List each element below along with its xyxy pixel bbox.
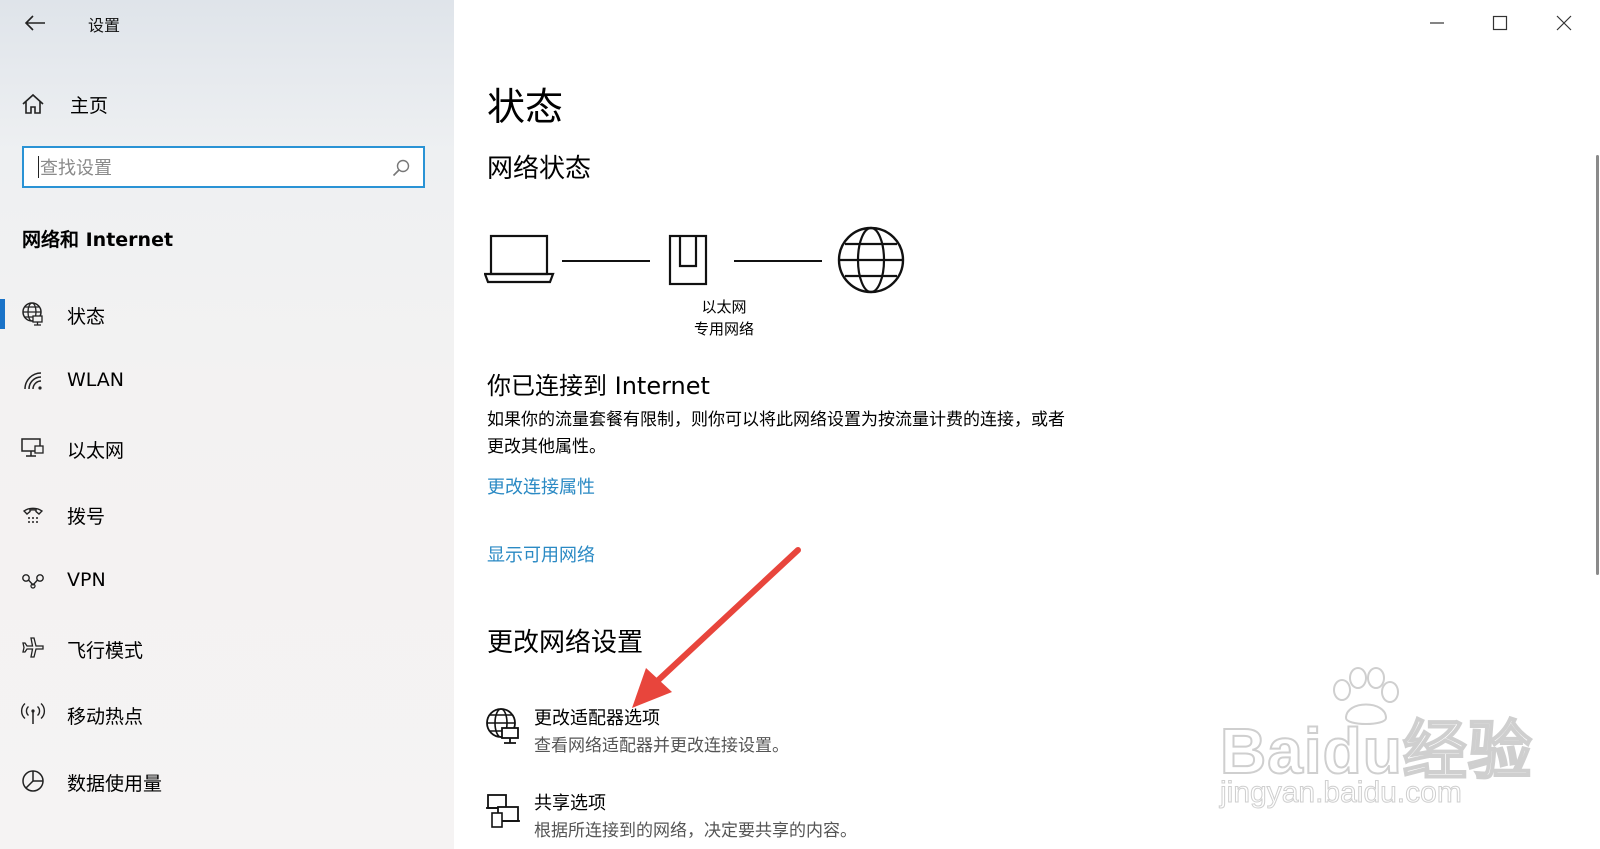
back-arrow-icon [24, 15, 45, 31]
scrollbar[interactable] [1596, 155, 1599, 575]
sidebar-item-airplane[interactable]: 飞行模式 [0, 624, 454, 672]
sidebar-item-wlan[interactable]: WLAN [0, 357, 454, 405]
home-icon [22, 93, 44, 114]
sidebar-item-label: VPN [67, 569, 106, 591]
main-content: 状态 网络状态 以太网 专用网络 你已连接到 Internet 如果你的流量套餐… [454, 0, 1600, 849]
search-icon[interactable] [391, 158, 411, 178]
adapter-name: 以太网 [701, 298, 747, 316]
vpn-icon [20, 569, 46, 593]
laptop-icon [484, 234, 555, 284]
text-caret [38, 156, 39, 178]
watermark-brand: Baidu经验 [1219, 714, 1533, 788]
adapter-icon [486, 708, 519, 744]
sidebar-item-status[interactable]: 状态 [0, 290, 454, 338]
change-adapter-options[interactable]: 更改适配器选项 查看网络适配器并更改连接设置。 [484, 704, 1184, 760]
search-input[interactable] [38, 154, 382, 182]
ethernet-icon [20, 436, 46, 460]
home-label: 主页 [70, 94, 109, 117]
sidebar-item-dialup[interactable]: 拨号 [0, 490, 454, 538]
internet-globe-icon [837, 226, 905, 294]
network-type: 专用网络 [693, 320, 754, 338]
wifi-icon [20, 369, 46, 393]
annotation-arrow [632, 547, 801, 708]
show-available-networks-link[interactable]: 显示可用网络 [487, 541, 595, 567]
minimize-button[interactable] [1414, 6, 1460, 40]
change-connection-properties-link[interactable]: 更改连接属性 [487, 473, 595, 499]
sidebar-item-hotspot[interactable]: 移动热点 [0, 690, 454, 738]
minimize-icon [1430, 22, 1444, 24]
network-diagram: 以太网 专用网络 [484, 226, 914, 342]
connection-status-title: 你已连接到 Internet [487, 372, 710, 400]
network-status-title: 网络状态 [487, 154, 592, 184]
watermark-url: jingyan.baidu.com [1220, 776, 1463, 810]
ethernet-caption: 以太网 专用网络 [674, 296, 774, 340]
baidu-watermark: Baidu经验 jingyan.baidu.com [1219, 667, 1540, 822]
sidebar: 设置 主页 网络和 Internet [0, 0, 454, 849]
sidebar-item-label: 飞行模式 [67, 640, 144, 662]
data-usage-icon [20, 769, 46, 793]
change-network-settings-title: 更改网络设置 [487, 628, 644, 658]
sidebar-item-label: 数据使用量 [67, 773, 163, 795]
sidebar-item-data-usage[interactable]: 数据使用量 [0, 757, 454, 805]
search-box[interactable] [22, 146, 425, 188]
globe-icon [20, 302, 46, 326]
sharing-options[interactable]: 共享选项 根据所连接到的网络，决定要共享的内容。 [484, 789, 1184, 845]
close-icon [1556, 15, 1572, 31]
hotspot-icon [20, 702, 46, 726]
sidebar-item-home[interactable]: 主页 [20, 86, 108, 122]
page-title: 状态 [487, 85, 564, 129]
back-button[interactable] [18, 8, 52, 38]
dialup-icon [20, 502, 46, 526]
sidebar-item-label: 以太网 [67, 440, 125, 462]
close-button[interactable] [1541, 6, 1587, 40]
sidebar-section-title: 网络和 Internet [22, 229, 174, 251]
app-title: 设置 [88, 16, 121, 35]
sidebar-item-label: 移动热点 [67, 706, 144, 728]
sidebar-item-label: WLAN [67, 369, 125, 391]
sharing-icon [486, 794, 520, 828]
sidebar-item-label: 拨号 [67, 506, 106, 528]
sidebar-item-vpn[interactable]: VPN [0, 557, 454, 605]
maximize-icon [1492, 15, 1508, 31]
ethernet-port-icon [668, 234, 708, 286]
sidebar-item-ethernet[interactable]: 以太网 [0, 424, 454, 472]
airplane-icon [20, 636, 46, 660]
maximize-button[interactable] [1477, 6, 1523, 40]
option-title: 共享选项 [534, 793, 606, 814]
settings-window: 设置 主页 网络和 Internet [0, 0, 1600, 849]
sidebar-item-label: 状态 [67, 306, 106, 328]
option-title: 更改适配器选项 [534, 708, 660, 729]
option-description: 根据所连接到的网络，决定要共享的内容。 [534, 821, 857, 841]
connection-description: 如果你的流量套餐有限制，则你可以将此网络设置为按流量计费的连接，或者更改其他属性… [487, 410, 1065, 457]
option-description: 查看网络适配器并更改连接设置。 [534, 736, 789, 756]
paw-logo-icon [1333, 667, 1399, 725]
